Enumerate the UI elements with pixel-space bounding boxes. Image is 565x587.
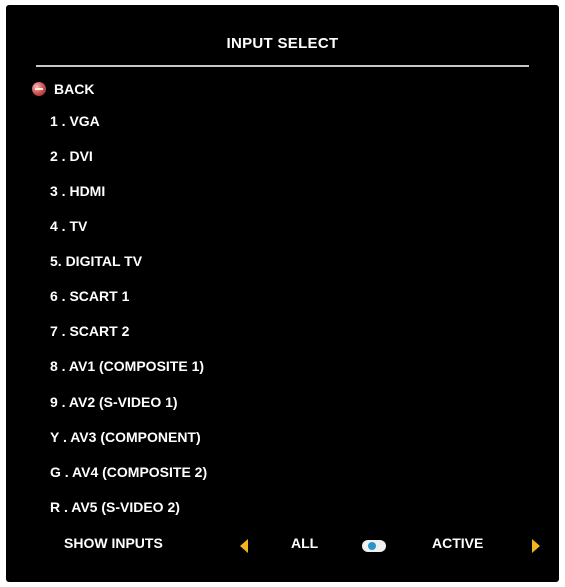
input-option-scart-2[interactable]: 7 . SCART 2	[50, 321, 129, 341]
input-option-av3[interactable]: Y . AV3 (COMPONENT)	[50, 427, 201, 447]
input-option-av2[interactable]: 9 . AV2 (S-VIDEO 1)	[50, 392, 178, 412]
title-divider	[36, 65, 529, 67]
left-arrow-icon[interactable]	[240, 539, 248, 553]
input-option-scart-1[interactable]: 6 . SCART 1	[50, 286, 129, 306]
input-option-hdmi[interactable]: 3 . HDMI	[50, 181, 105, 201]
menu-title: INPUT SELECT	[226, 35, 339, 52]
toggle-icon[interactable]	[362, 540, 386, 552]
input-select-menu: INPUT SELECT BACK 1 . VGA 2 . DVI 3 . HD…	[6, 5, 559, 582]
back-button[interactable]: BACK	[32, 78, 94, 100]
input-option-av5[interactable]: R . AV5 (S-VIDEO 2)	[50, 497, 180, 517]
all-option[interactable]: ALL	[291, 535, 318, 551]
input-option-dvi[interactable]: 2 . DVI	[50, 146, 93, 166]
active-option[interactable]: ACTIVE	[432, 535, 483, 551]
input-option-vga[interactable]: 1 . VGA	[50, 111, 100, 131]
input-option-av1[interactable]: 8 . AV1 (COMPOSITE 1)	[50, 356, 204, 376]
back-icon	[32, 82, 46, 96]
back-label: BACK	[54, 81, 95, 97]
right-arrow-icon[interactable]	[532, 539, 540, 553]
input-option-tv[interactable]: 4 . TV	[50, 216, 87, 236]
show-inputs-bar: SHOW INPUTS ALL ACTIVE	[6, 533, 559, 557]
input-option-digital-tv[interactable]: 5. DIGITAL TV	[50, 251, 142, 271]
show-inputs-label: SHOW INPUTS	[64, 535, 163, 551]
input-option-av4[interactable]: G . AV4 (COMPOSITE 2)	[50, 462, 207, 482]
